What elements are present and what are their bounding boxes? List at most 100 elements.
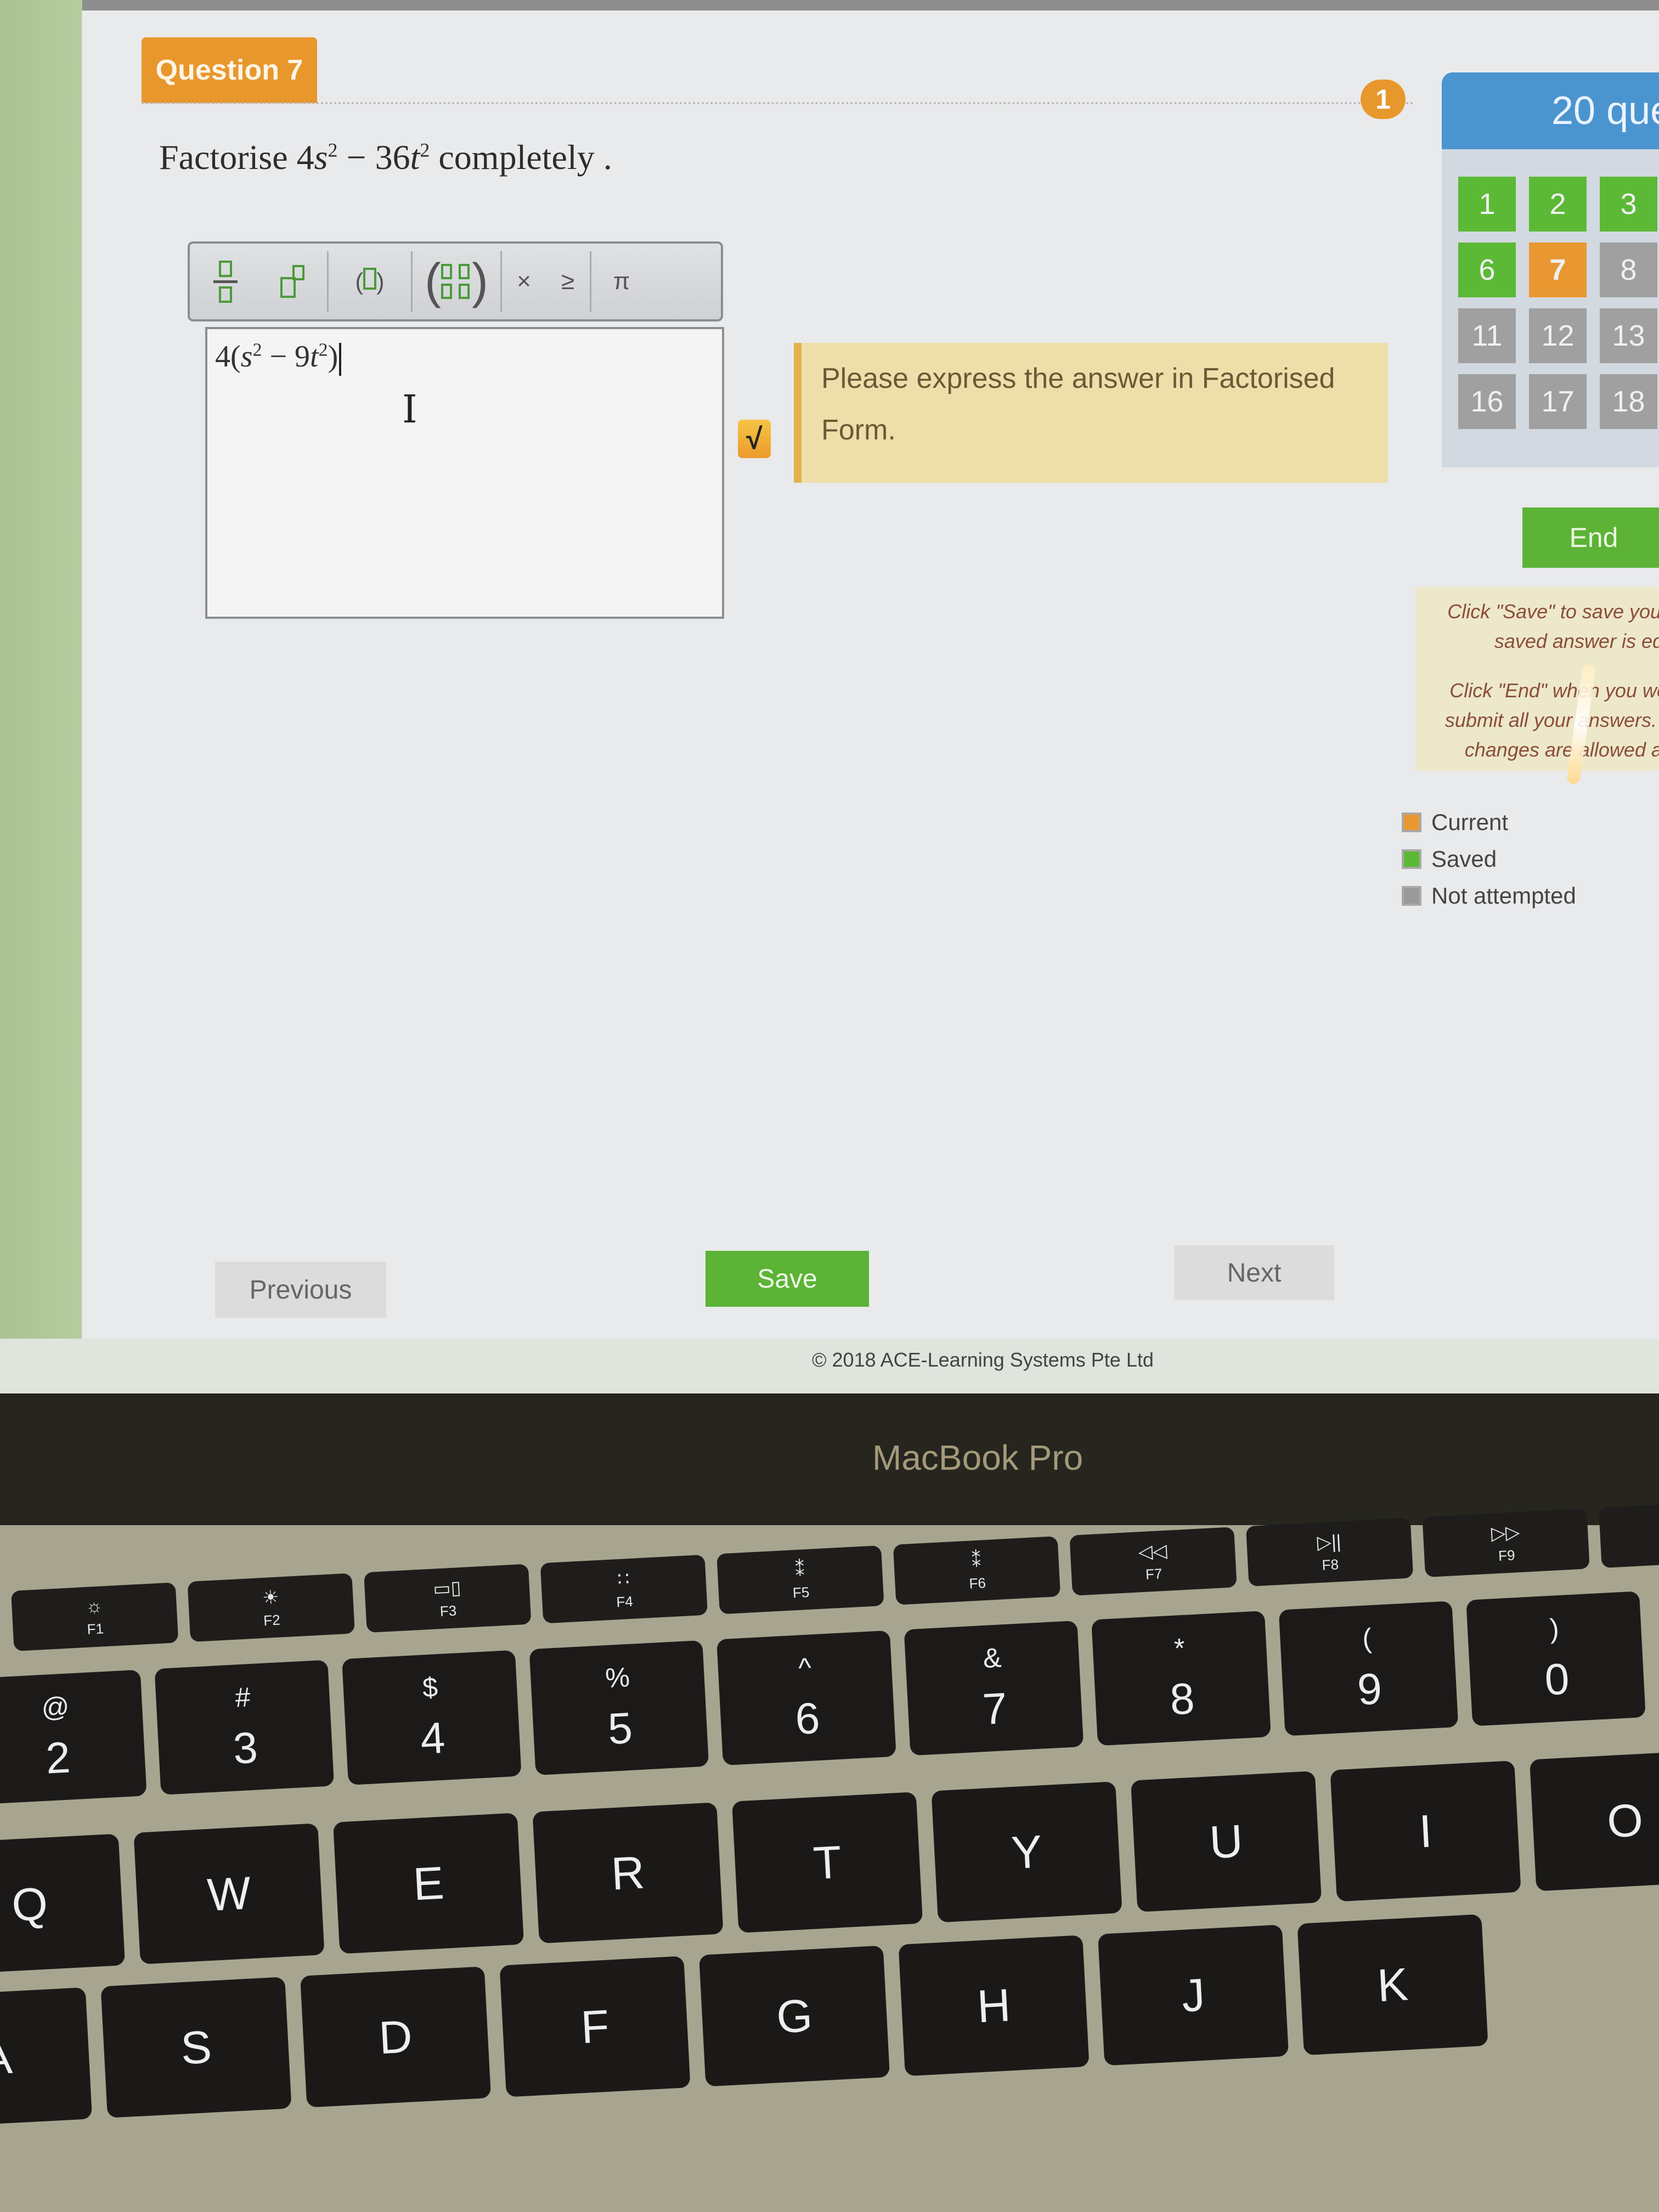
question-cell-7[interactable]: 7 — [1529, 242, 1587, 297]
key-f7[interactable]: ◁◁ F7 — [1069, 1527, 1237, 1596]
question-navigator: 20 questions 1 2 3 6 7 8 11 12 13 16 17 … — [1442, 72, 1659, 467]
parentheses-icon: () — [355, 267, 385, 295]
next-button[interactable]: Next — [1174, 1245, 1334, 1300]
key-8[interactable]: * 8 — [1091, 1611, 1271, 1746]
keyboard-light-down-icon: ⁑ — [794, 1559, 805, 1581]
key-f9[interactable]: ▷▷ F9 — [1422, 1508, 1590, 1578]
key-f1[interactable]: ☼ F1 — [11, 1582, 179, 1651]
copyright-text: © 2018 ACE-Learning Systems Pte Ltd — [812, 1348, 1154, 1371]
prompt-expression: 4s2 − 36t2 — [296, 138, 430, 177]
question-cell-2[interactable]: 2 — [1529, 177, 1587, 232]
key-u[interactable]: U — [1131, 1771, 1322, 1912]
question-cell-17[interactable]: 17 — [1529, 374, 1587, 429]
key-s[interactable]: S — [100, 1977, 292, 2118]
key-a[interactable]: A — [0, 1987, 93, 2129]
question-cell-12[interactable]: 12 — [1529, 308, 1587, 363]
current-swatch-icon — [1402, 812, 1421, 832]
instruction-line: changes are allowed af — [1464, 738, 1659, 761]
key-d[interactable]: D — [300, 1966, 492, 2108]
times-button[interactable]: × — [502, 249, 546, 314]
question-cell-16[interactable]: 16 — [1458, 374, 1516, 429]
ibeam-cursor-icon: I — [402, 387, 417, 432]
key-5[interactable]: % 5 — [529, 1640, 709, 1775]
key-f10[interactable]: ◁F10 — [1599, 1499, 1659, 1568]
instruction-line: Click "Save" to save your — [1447, 600, 1659, 623]
fraction-button[interactable] — [190, 249, 261, 314]
prompt-prefix: Factorise — [159, 138, 297, 177]
key-y[interactable]: Y — [931, 1781, 1122, 1923]
denominator-box-icon — [219, 286, 232, 303]
question-cell-18[interactable]: 18 — [1600, 374, 1657, 429]
key-i[interactable]: I — [1330, 1760, 1521, 1902]
key-f6[interactable]: ⁑ F6 — [893, 1536, 1061, 1605]
legend-saved: Saved — [1402, 840, 1576, 877]
question-cell-1[interactable]: 1 — [1458, 177, 1516, 232]
matrix-icon: ( — [425, 253, 441, 309]
parentheses-button[interactable]: () — [329, 249, 411, 314]
save-button[interactable]: Save — [706, 1251, 869, 1307]
key-3[interactable]: #3 — [154, 1660, 335, 1795]
answer-value: 4(s2 − 9t2) — [215, 339, 342, 376]
fast-forward-icon: ▷▷ — [1491, 1521, 1521, 1544]
legend-current: Current — [1402, 804, 1576, 840]
key-f5[interactable]: ⁑ F5 — [716, 1545, 884, 1615]
answer-input[interactable]: 4(s2 − 9t2) I — [205, 327, 724, 619]
fraction-bar-icon — [213, 280, 238, 283]
rewind-icon: ◁◁ — [1137, 1540, 1168, 1562]
text-caret — [339, 343, 342, 376]
sqrt-hint-icon[interactable]: √ — [738, 420, 771, 458]
laptop-brand-label: MacBook Pro — [872, 1438, 1084, 1477]
math-toolbar: () ( ) × ≥ π — [188, 241, 723, 321]
prompt-suffix: completely . — [430, 138, 612, 177]
key-r[interactable]: R — [532, 1802, 724, 1944]
matrix-button[interactable]: ( ) — [413, 249, 500, 314]
key-t[interactable]: T — [732, 1792, 923, 1933]
key-e[interactable]: E — [333, 1813, 524, 1954]
key-f3[interactable]: ▭▯ F3 — [364, 1564, 532, 1633]
previous-button[interactable]: Previous — [215, 1262, 386, 1318]
status-legend: Current Saved Not attempted — [1402, 804, 1576, 914]
brightness-up-icon: ☀ — [262, 1586, 280, 1609]
key-f4[interactable]: ∷ F4 — [540, 1554, 708, 1624]
instruction-line: submit all your answers. I — [1444, 709, 1659, 731]
hint-message: Please express the answer in Factorised … — [794, 343, 1388, 483]
key-q[interactable]: Q — [0, 1833, 126, 1975]
key-j[interactable]: J — [1098, 1925, 1289, 2066]
key-o[interactable]: O — [1530, 1750, 1659, 1892]
key-k[interactable]: K — [1297, 1914, 1488, 2056]
key-0[interactable]: ) 0 — [1466, 1591, 1646, 1726]
question-cell-8[interactable]: 8 — [1600, 242, 1657, 297]
question-grid: 1 2 3 6 7 8 11 12 13 16 17 18 — [1458, 177, 1657, 429]
question-cell-6[interactable]: 6 — [1458, 242, 1516, 297]
pi-button[interactable]: π — [591, 249, 652, 314]
launchpad-icon: ∷ — [617, 1568, 630, 1590]
question-count-header: 20 questions — [1442, 72, 1659, 149]
key-f[interactable]: F — [499, 1956, 691, 2097]
not-attempted-swatch-icon — [1402, 885, 1421, 906]
key-w[interactable]: W — [133, 1823, 325, 1965]
screen — [0, 0, 1659, 1404]
question-cell-13[interactable]: 13 — [1600, 308, 1657, 363]
key-9[interactable]: (9 — [1278, 1601, 1459, 1736]
key-f8[interactable]: ▷|| F8 — [1245, 1517, 1414, 1587]
saved-swatch-icon — [1402, 849, 1421, 869]
power-icon — [280, 265, 308, 298]
key-h[interactable]: H — [898, 1935, 1090, 2076]
question-tab: Question 7 — [142, 37, 317, 103]
divider — [142, 102, 1414, 104]
key-g[interactable]: G — [699, 1945, 890, 2087]
key-7[interactable]: & 7 — [904, 1620, 1084, 1756]
brightness-down-icon: ☼ — [85, 1595, 104, 1617]
key-6[interactable]: ^ 6 — [716, 1630, 896, 1766]
key-f2[interactable]: ☀ F2 — [187, 1573, 355, 1642]
question-cell-3[interactable]: 3 — [1600, 177, 1657, 232]
mission-control-icon: ▭▯ — [432, 1577, 462, 1600]
question-cell-11[interactable]: 11 — [1458, 308, 1516, 363]
key-4[interactable]: $4 — [342, 1650, 522, 1785]
geq-button[interactable]: ≥ — [546, 249, 590, 314]
power-button[interactable] — [261, 249, 327, 314]
key-2[interactable]: @2 — [0, 1669, 147, 1805]
attempt-badge: 1 — [1361, 80, 1406, 119]
laptop-bezel — [0, 1393, 1659, 1531]
end-button[interactable]: End — [1522, 507, 1659, 568]
